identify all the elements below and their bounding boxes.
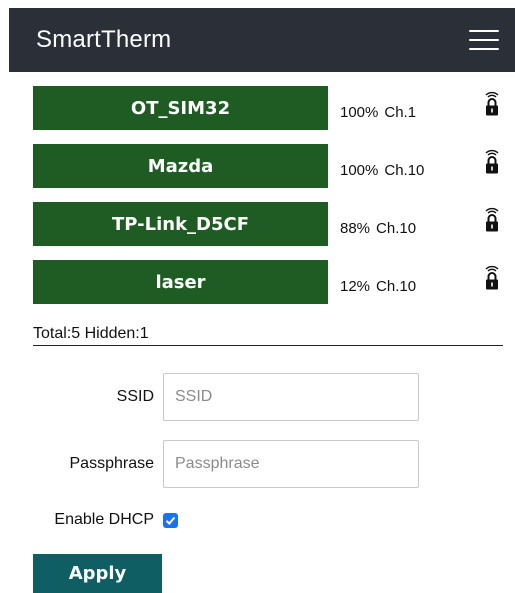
channel: Ch.10 [376,278,417,295]
passphrase-row: Passphrase [0,440,515,488]
passphrase-label: Passphrase [69,455,155,472]
dhcp-label: Enable DHCP [54,511,154,528]
channel: Ch.1 [384,104,417,121]
hamburger-menu-icon[interactable] [469,29,499,51]
network-row: Mazda 100% Ch.10 [33,144,513,188]
channel: Ch.10 [376,220,417,237]
network-button-mazda[interactable]: Mazda [33,144,328,188]
network-info: 12% Ch.10 [340,278,416,295]
network-info: 88% Ch.10 [340,220,416,237]
lock-icon [485,149,499,174]
network-row: OT_SIM32 100% Ch.1 [33,86,513,130]
network-button-ot-sim32[interactable]: OT_SIM32 [33,86,328,130]
network-info: 100% Ch.1 [340,104,416,121]
dhcp-checkbox[interactable] [163,513,178,528]
network-row: TP-Link_D5CF 88% Ch.10 [33,202,513,246]
signal-strength: 100% [340,162,379,179]
signal-strength: 88% [340,220,371,237]
ssid-row: SSID [0,373,515,421]
ssid-label: SSID [116,388,154,405]
dhcp-row: Enable DHCP [0,507,515,533]
lock-icon [485,207,499,232]
network-totals: Total:5 Hidden:1 [33,325,503,346]
signal-strength: 12% [340,278,371,295]
network-list: OT_SIM32 100% Ch.1 Mazda 100% Ch.10 TP-Lin… [33,86,513,318]
network-row: laser 12% Ch.10 [33,260,513,304]
app-header: SmartTherm [9,8,515,72]
passphrase-input[interactable] [163,440,419,488]
app-title: SmartTherm [36,26,172,53]
network-info: 100% Ch.10 [340,162,424,179]
apply-button[interactable]: Apply [33,554,162,593]
network-button-laser[interactable]: laser [33,260,328,304]
channel: Ch.10 [384,162,425,179]
lock-icon [485,91,499,116]
ssid-input[interactable] [163,373,419,421]
network-button-tp-link-d5cf[interactable]: TP-Link_D5CF [33,202,328,246]
lock-icon [485,265,499,290]
signal-strength: 100% [340,104,379,121]
checkmark-icon [165,516,176,525]
